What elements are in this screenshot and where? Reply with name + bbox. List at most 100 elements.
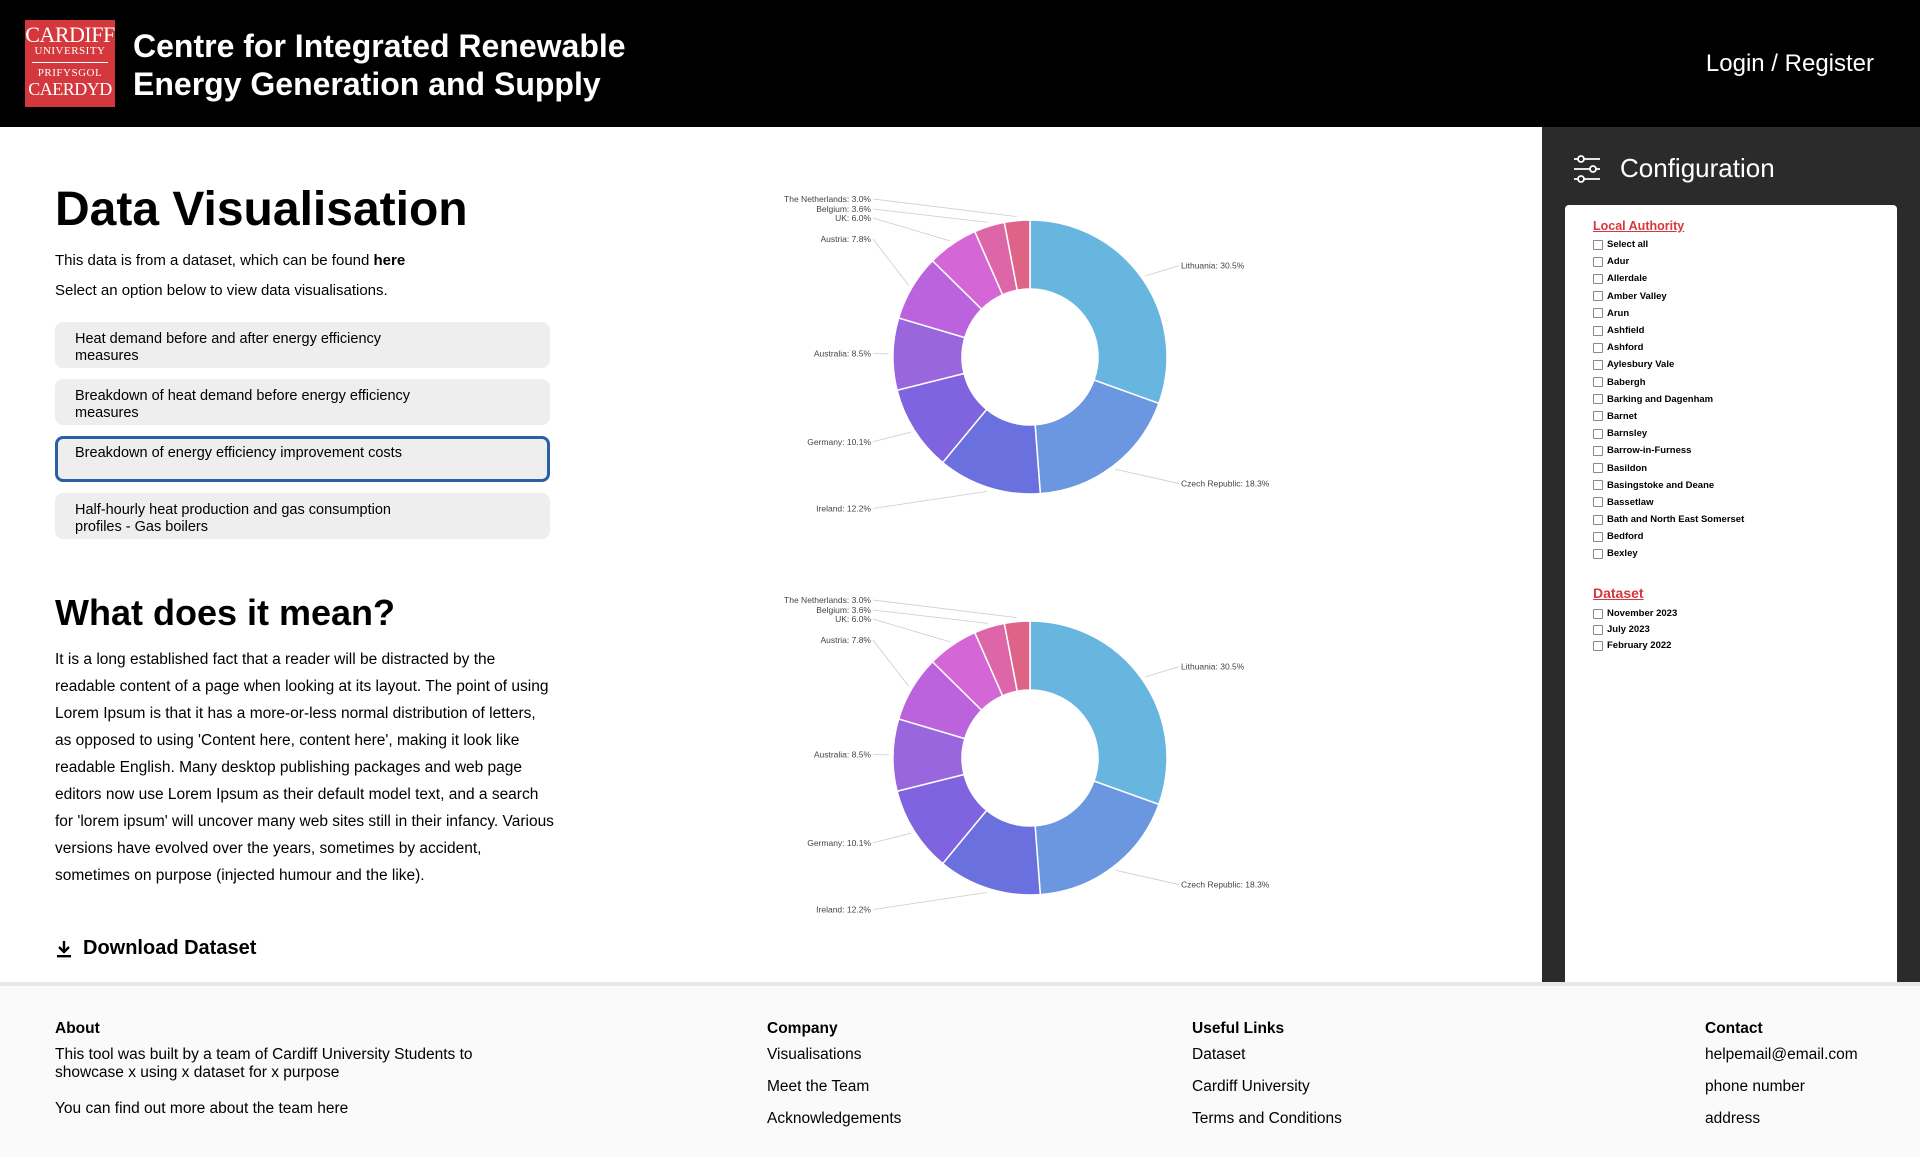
local-authority-list: Select all Adur Allerdale Amber Valley Arun A…: [1593, 236, 1897, 563]
option-improvement-costs[interactable]: Breakdown of energy efficiency improveme…: [55, 436, 550, 482]
checkbox[interactable]: [1593, 394, 1603, 405]
local-authority-checkbox-row[interactable]: Amber Valley: [1593, 288, 1897, 305]
checkbox[interactable]: [1593, 291, 1603, 302]
local-authority-checkbox-row[interactable]: Barnet: [1593, 408, 1897, 425]
local-authority-label: Babergh: [1607, 376, 1646, 388]
footer-contact-address: address: [1705, 1110, 1761, 1127]
checkbox[interactable]: [1593, 480, 1603, 491]
checkbox[interactable]: [1593, 273, 1603, 284]
meaning-heading: What does it mean?: [55, 592, 396, 633]
label-leader-line: [872, 832, 911, 844]
local-authority-label: Bassetlaw: [1607, 496, 1654, 508]
local-authority-checkbox-row[interactable]: Babergh: [1593, 374, 1897, 391]
slice-label: Lithuania: 30.5%: [1181, 261, 1245, 271]
site-footer: About This tool was built by a team of C…: [0, 982, 1920, 1157]
slice-label: Austria: 7.8%: [820, 635, 871, 645]
local-authority-checkbox-row[interactable]: Allerdale: [1593, 270, 1897, 287]
dataset-checkbox-row[interactable]: November 2023: [1593, 606, 1897, 622]
dataset-heading[interactable]: Dataset: [1593, 585, 1897, 601]
slice-label: The Netherlands: 3.0%: [784, 596, 871, 605]
footer-contact-email[interactable]: helpemail@email.com: [1705, 1046, 1858, 1064]
checkbox[interactable]: [1593, 445, 1603, 456]
dataset-checkbox-row[interactable]: February 2022: [1593, 638, 1897, 654]
local-authority-label: Basildon: [1607, 462, 1648, 474]
footer-contact-heading: Contact: [1705, 1020, 1763, 1037]
footer-link-visualisations[interactable]: Visualisations: [767, 1046, 901, 1064]
local-authority-checkbox-row[interactable]: Bexley: [1593, 545, 1897, 562]
checkbox[interactable]: [1593, 239, 1603, 250]
checkbox[interactable]: [1593, 608, 1603, 619]
intro-text: This data is from a dataset, which can b…: [55, 252, 374, 269]
dataset-link[interactable]: here: [374, 252, 406, 269]
checkbox[interactable]: [1593, 624, 1603, 635]
option-heat-demand-before-after[interactable]: Heat demand before and after energy effi…: [55, 322, 550, 368]
local-authority-label: Adur: [1607, 256, 1630, 268]
slice-label: UK: 6.0%: [835, 213, 871, 223]
checkbox[interactable]: [1593, 548, 1603, 559]
sliders-icon[interactable]: [1572, 154, 1602, 184]
footer-link-terms[interactable]: Terms and Conditions: [1192, 1110, 1342, 1128]
checkbox[interactable]: [1593, 640, 1603, 651]
site-title[interactable]: Centre for Integrated Renewable Energy G…: [133, 27, 693, 103]
checkbox[interactable]: [1593, 325, 1603, 336]
dataset-checkbox-row[interactable]: July 2023: [1593, 622, 1897, 638]
checkbox[interactable]: [1593, 514, 1603, 525]
slice-label: Czech Republic: 18.3%: [1181, 479, 1270, 489]
slice-label: Germany: 10.1%: [807, 838, 871, 848]
login-register-link[interactable]: Login / Register: [1706, 50, 1874, 78]
local-authority-checkbox-row[interactable]: Ashfield: [1593, 322, 1897, 339]
cardiff-university-logo[interactable]: CARDIFF UNIVERSITY PRIFYSGOL CAERDYD: [25, 20, 115, 107]
local-authority-checkbox-row[interactable]: Bassetlaw: [1593, 494, 1897, 511]
checkbox[interactable]: [1593, 428, 1603, 439]
checkbox[interactable]: [1593, 308, 1603, 319]
donut-slice-lithuania[interactable]: [1029, 219, 1168, 405]
checkbox[interactable]: [1593, 497, 1603, 508]
local-authority-checkbox-row[interactable]: Barking and Dagenham: [1593, 391, 1897, 408]
local-authority-checkbox-row[interactable]: Bath and North East Somerset: [1593, 511, 1897, 528]
download-icon: [57, 940, 71, 957]
local-authority-checkbox-row[interactable]: Basildon: [1593, 459, 1897, 476]
configuration-title: Configuration: [1620, 153, 1775, 183]
local-authority-label: Barrow-in-Furness: [1607, 445, 1692, 457]
local-authority-checkbox-row[interactable]: Barnsley: [1593, 425, 1897, 442]
footer-link-cardiff-university[interactable]: Cardiff University: [1192, 1078, 1342, 1096]
footer-about-heading: About: [55, 1020, 100, 1037]
option-label: Breakdown of heat demand before energy e…: [75, 388, 411, 421]
download-dataset-button[interactable]: Download Dataset: [55, 937, 256, 960]
checkbox[interactable]: [1593, 531, 1603, 542]
donut-slice-czech-republic[interactable]: [1034, 780, 1160, 896]
local-authority-checkbox-row[interactable]: Adur: [1593, 253, 1897, 270]
local-authority-checkbox-row[interactable]: Arun: [1593, 305, 1897, 322]
label-leader-line: [872, 238, 909, 286]
local-authority-label: Aylesbury Vale: [1607, 359, 1675, 371]
local-authority-checkbox-row[interactable]: Basingstoke and Deane: [1593, 477, 1897, 494]
local-authority-checkbox-row[interactable]: Aylesbury Vale: [1593, 356, 1897, 373]
slice-label: Austria: 7.8%: [820, 234, 871, 244]
footer-company: Company Visualisations Meet the Team Ack…: [767, 1020, 901, 1142]
local-authority-checkbox-row[interactable]: Select all: [1593, 236, 1897, 253]
slice-label: Czech Republic: 18.3%: [1181, 880, 1270, 890]
donut-slice-lithuania[interactable]: [1029, 620, 1168, 806]
local-authority-checkbox-row[interactable]: Barrow-in-Furness: [1593, 442, 1897, 459]
checkbox[interactable]: [1593, 342, 1603, 353]
checkbox[interactable]: [1593, 463, 1603, 474]
donut-slice-czech-republic[interactable]: [1034, 379, 1160, 495]
local-authority-label: Select all: [1607, 239, 1649, 251]
checkbox[interactable]: [1593, 359, 1603, 370]
footer-company-heading: Company: [767, 1020, 838, 1037]
checkbox[interactable]: [1593, 256, 1603, 267]
logo-text-cardiff: CARDIFF: [25, 22, 115, 47]
local-authority-heading[interactable]: Local Authority: [1593, 219, 1897, 233]
footer-link-dataset[interactable]: Dataset: [1192, 1046, 1342, 1064]
local-authority-checkbox-row[interactable]: Ashford: [1593, 339, 1897, 356]
logo-text-caerdydd: CAERDYD: [28, 79, 112, 99]
footer-link-acknowledgements[interactable]: Acknowledgements: [767, 1110, 901, 1128]
checkbox[interactable]: [1593, 377, 1603, 388]
checkbox[interactable]: [1593, 411, 1603, 422]
footer-team-link[interactable]: You can find out more about the team her…: [55, 1100, 495, 1118]
local-authority-checkbox-row[interactable]: Bedford: [1593, 528, 1897, 545]
configuration-header: Configuration: [1572, 153, 1775, 184]
option-half-hourly-profiles[interactable]: Half-hourly heat production and gas cons…: [55, 493, 550, 539]
footer-link-meet-team[interactable]: Meet the Team: [767, 1078, 901, 1096]
option-heat-demand-breakdown[interactable]: Breakdown of heat demand before energy e…: [55, 379, 550, 425]
